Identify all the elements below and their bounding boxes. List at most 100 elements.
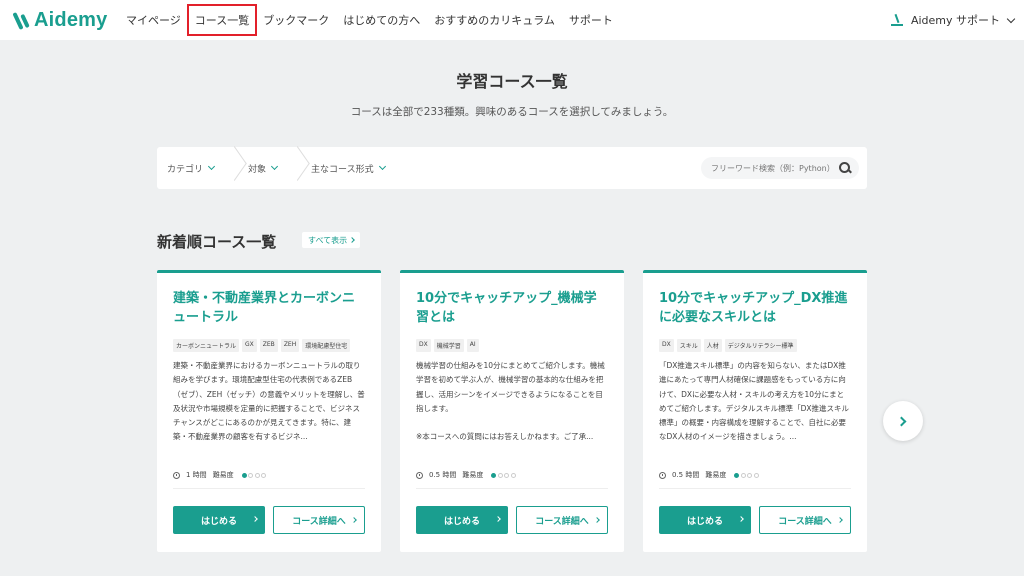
course-tag: DX: [659, 339, 674, 352]
course-card[interactable]: 建築・不動産業界とカーボンニュートラル カーボンニュートラル GX ZEB ZE…: [157, 270, 381, 552]
course-title[interactable]: 建築・不動産業界とカーボンニュートラル: [173, 289, 365, 329]
support-menu[interactable]: Aidemy サポート: [890, 0, 1016, 40]
card-divider: [173, 488, 365, 489]
course-tag: DX: [416, 339, 431, 352]
start-button[interactable]: はじめる: [173, 506, 265, 534]
course-meta: 1 時間 難易度: [173, 470, 267, 480]
difficulty-dot: [254, 472, 260, 478]
clock-icon: [173, 471, 180, 479]
page-title: 学習コース一覧: [456, 72, 568, 91]
difficulty-dot: [261, 472, 267, 478]
course-duration: 0.5 時間: [672, 471, 700, 479]
main-nav: マイページ コース一覧 ブックマーク はじめての方へ おすすめのカリキュラム サ…: [126, 0, 627, 40]
filter-format-label: 主なコース形式: [311, 164, 374, 175]
course-description: 機械学習の仕組みを10分にまとめてご紹介します。機械学習を初めて学ぶ人が、機械学…: [416, 361, 605, 442]
chevron-right-icon: [252, 516, 258, 522]
course-detail-label: コース詳細へ: [778, 516, 832, 527]
course-tag: 環境配慮型住宅: [302, 339, 351, 352]
logo-text: Aidemy: [34, 9, 108, 31]
chevron-right-icon: [594, 517, 600, 523]
chevron-down-icon: [1006, 14, 1016, 23]
support-icon: [890, 13, 903, 27]
card-divider: [659, 488, 851, 489]
course-detail-label: コース詳細へ: [535, 516, 589, 527]
see-all-link[interactable]: すべて表示: [302, 232, 361, 248]
search-box: [701, 157, 859, 179]
filter-target-label: 対象: [248, 164, 267, 175]
chevron-right-icon: [896, 416, 907, 426]
difficulty-dot: [740, 472, 746, 478]
support-label: Aidemy サポート: [910, 14, 1000, 27]
course-card[interactable]: 10分でキャッチアップ_機械学習とは DX 機械学習 AI 機械学習の仕組みを1…: [400, 270, 624, 552]
difficulty-dot: [248, 472, 254, 478]
difficulty-dot: [504, 472, 510, 478]
difficulty-dot: [753, 472, 759, 478]
nav-beginners[interactable]: はじめての方へ: [343, 12, 420, 28]
chevron-right-icon: [738, 516, 744, 522]
difficulty-dot: [510, 472, 516, 478]
course-tags: DX スキル 人材 デジタルリテラシー標準: [659, 339, 851, 352]
chevron-right-icon: [351, 517, 357, 523]
difficulty-dot: [497, 472, 503, 478]
course-detail-label: コース詳細へ: [292, 516, 346, 527]
section-title: 新着順コース一覧: [157, 233, 277, 251]
filter-target[interactable]: 対象: [238, 147, 287, 189]
start-button-label: はじめる: [686, 516, 723, 527]
nav-recommended-curriculum[interactable]: おすすめのカリキュラム: [434, 12, 555, 28]
course-title[interactable]: 10分でキャッチアップ_機械学習とは: [416, 289, 608, 329]
clock-icon: [416, 471, 423, 479]
course-title[interactable]: 10分でキャッチアップ_DX推進に必要なスキルとは: [659, 289, 851, 329]
carousel-next-button[interactable]: [883, 401, 923, 441]
card-divider: [416, 488, 608, 489]
filter-format[interactable]: 主なコース形式: [301, 147, 395, 189]
course-card[interactable]: 10分でキャッチアップ_DX推進に必要なスキルとは DX スキル 人材 デジタル…: [643, 270, 867, 552]
start-button[interactable]: はじめる: [416, 506, 508, 534]
course-tag: 人材: [703, 339, 722, 352]
chevron-down-icon: [378, 162, 386, 171]
difficulty-label: 難易度: [462, 471, 484, 479]
difficulty-label: 難易度: [705, 471, 727, 479]
nav-mypage[interactable]: マイページ: [126, 12, 181, 28]
clock-icon: [659, 471, 666, 479]
start-button-label: はじめる: [200, 516, 237, 527]
course-tag: AI: [466, 339, 479, 352]
start-button-label: はじめる: [443, 516, 480, 527]
course-tag: ZEB: [259, 339, 278, 352]
page-subtitle: コースは全部で233種類。興味のあるコースを選択してみましょう。: [350, 106, 674, 118]
search-icon[interactable]: [839, 162, 851, 174]
difficulty-label: 難易度: [212, 471, 234, 479]
course-tags: DX 機械学習 AI: [416, 339, 608, 352]
course-description: 建築・不動産業界におけるカーボンニュートラルの取り組みを学びます。環境配慮型住宅…: [173, 361, 365, 442]
course-detail-button[interactable]: コース詳細へ: [759, 506, 851, 534]
filter-separator: [287, 147, 301, 189]
difficulty-dot: [734, 472, 740, 478]
chevron-right-icon: [495, 516, 501, 522]
search-input[interactable]: [711, 163, 839, 173]
course-tag: デジタルリテラシー標準: [724, 339, 797, 352]
nav-bookmark[interactable]: ブックマーク: [263, 12, 329, 28]
chevron-down-icon: [207, 162, 216, 171]
chevron-right-icon: [837, 517, 843, 523]
course-tag: GX: [242, 339, 257, 352]
difficulty-dot: [241, 472, 247, 478]
nav-support[interactable]: サポート: [569, 12, 613, 28]
aidemy-logo[interactable]: Aidemy: [12, 9, 108, 32]
see-all-label: すべて表示: [308, 235, 348, 245]
course-description: 「DX推進スキル標準」の内容を知らない、またはDX推進にあたって専門人材確保に課…: [659, 361, 850, 442]
start-button[interactable]: はじめる: [659, 506, 751, 534]
filter-category[interactable]: カテゴリ: [157, 147, 224, 189]
filter-category-label: カテゴリ: [167, 164, 204, 175]
course-meta: 0.5 時間 難易度: [416, 470, 516, 480]
difficulty-dots: [734, 472, 759, 478]
top-header: Aidemy マイページ コース一覧 ブックマーク はじめての方へ おすすめのカ…: [0, 0, 1024, 40]
difficulty-dots: [491, 472, 516, 478]
course-tag: スキル: [676, 339, 701, 352]
course-tag: カーボンニュートラル: [173, 339, 240, 352]
chevron-right-icon: [349, 237, 355, 243]
nav-course-list[interactable]: コース一覧: [186, 4, 258, 36]
aidemy-logo-icon: [12, 10, 30, 32]
difficulty-dot: [491, 472, 497, 478]
course-detail-button[interactable]: コース詳細へ: [516, 506, 608, 534]
chevron-down-icon: [270, 162, 279, 171]
course-detail-button[interactable]: コース詳細へ: [273, 506, 365, 534]
